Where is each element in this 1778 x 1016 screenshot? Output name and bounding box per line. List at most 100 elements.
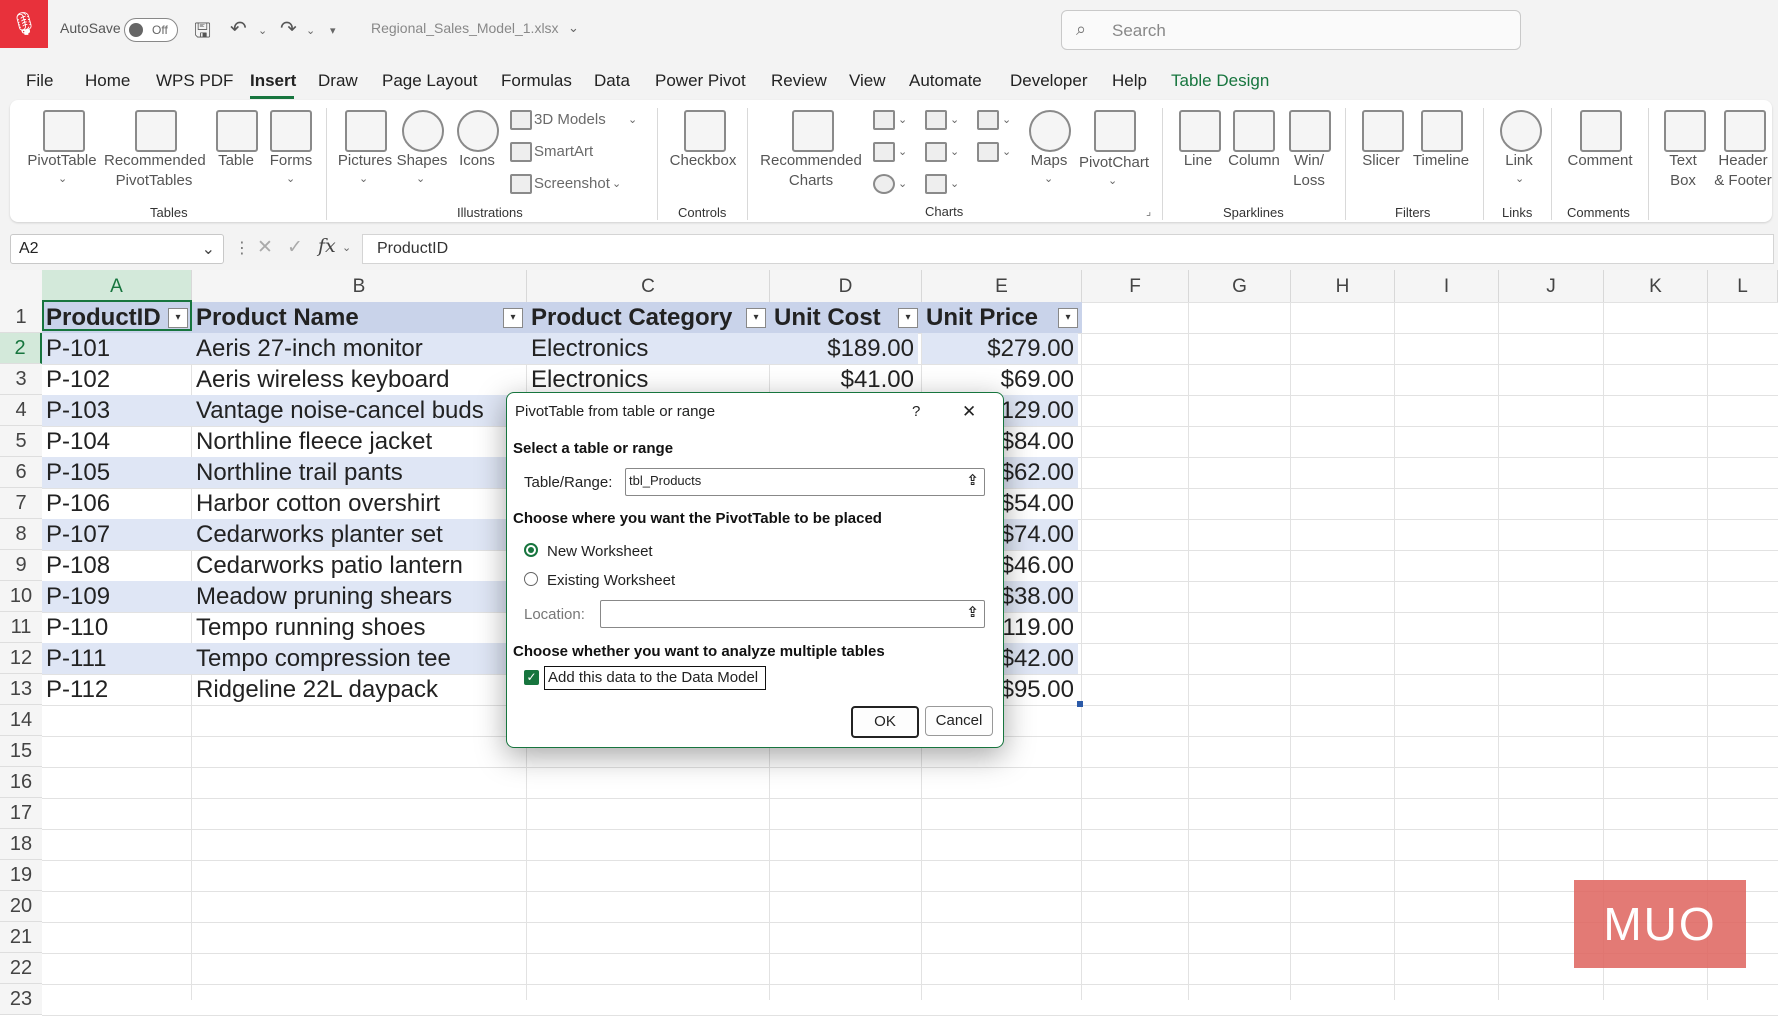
3d-models-icon[interactable]	[510, 110, 532, 130]
row-header-8[interactable]: 8	[0, 519, 42, 550]
row-header-6[interactable]: 6	[0, 457, 42, 488]
column-header-j[interactable]: J	[1499, 270, 1604, 302]
tab-view[interactable]: View	[849, 71, 886, 91]
sparkline-column-icon[interactable]	[1233, 110, 1275, 152]
forms-dropdown-icon[interactable]: ⌄	[286, 172, 295, 185]
row-header-22[interactable]: 22	[0, 953, 42, 984]
tab-help[interactable]: Help	[1112, 71, 1147, 91]
maps-icon[interactable]	[1029, 110, 1071, 152]
icons-icon[interactable]	[457, 110, 499, 152]
shapes-icon[interactable]	[402, 110, 444, 152]
location-collapse-icon[interactable]: ⇪	[966, 603, 979, 621]
row-header-1[interactable]: 1	[0, 302, 42, 333]
table-cell[interactable]: P-102	[42, 364, 192, 395]
table-icon[interactable]	[216, 110, 258, 152]
filter-dropdown-icon[interactable]: ▾	[898, 308, 918, 328]
table-cell[interactable]: Tempo compression tee	[192, 643, 527, 674]
dictate-mic-icon[interactable]: 🎙	[0, 0, 48, 48]
table-header-cell[interactable]: Unit Price ▾	[922, 302, 1082, 333]
statistic-chart-icon[interactable]	[925, 142, 947, 162]
tab-table-design[interactable]: Table Design	[1171, 71, 1269, 91]
row-header-5[interactable]: 5	[0, 426, 42, 457]
header-footer-icon[interactable]	[1724, 110, 1766, 152]
tab-page-layout[interactable]: Page Layout	[382, 71, 477, 91]
screenshot-icon[interactable]	[510, 174, 532, 194]
file-name[interactable]: Regional_Sales_Model_1.xlsx	[371, 20, 559, 36]
pictures-dropdown-icon[interactable]: ⌄	[359, 172, 368, 185]
3d-models-dropdown-icon[interactable]: ⌄	[628, 113, 637, 126]
statistic-chart-dropdown-icon[interactable]: ⌄	[950, 145, 959, 158]
row-header-11[interactable]: 11	[0, 612, 42, 643]
pie-chart-dropdown-icon[interactable]: ⌄	[898, 177, 907, 190]
table-cell[interactable]: P-112	[42, 674, 192, 705]
link-dropdown-icon[interactable]: ⌄	[1515, 172, 1524, 185]
slicer-button[interactable]: Slicer	[1356, 151, 1406, 171]
column-header-k[interactable]: K	[1604, 270, 1708, 302]
maps-button[interactable]: Maps	[1022, 151, 1076, 171]
table-cell[interactable]: $189.00	[770, 333, 918, 364]
insert-function-icon[interactable]: fx	[318, 235, 336, 257]
row-header-12[interactable]: 12	[0, 643, 42, 674]
name-box-dropdown-icon[interactable]: ⌄	[202, 239, 215, 259]
tab-draw[interactable]: Draw	[318, 71, 358, 91]
table-cell[interactable]: P-110	[42, 612, 192, 643]
help-icon[interactable]: ?	[912, 403, 920, 420]
combo-chart-icon[interactable]	[977, 142, 999, 162]
line-chart-icon[interactable]	[873, 142, 895, 162]
row-header-14[interactable]: 14	[0, 705, 42, 736]
screenshot-button[interactable]: Screenshot	[534, 175, 610, 192]
tab-file[interactable]: File	[26, 71, 53, 91]
text-box-icon[interactable]	[1664, 110, 1706, 152]
filter-dropdown-icon[interactable]: ▾	[1058, 308, 1078, 328]
row-header-18[interactable]: 18	[0, 829, 42, 860]
more-options-icon[interactable]: ⋮	[234, 238, 250, 258]
radio-new-worksheet[interactable]	[524, 543, 538, 557]
autosave-toggle[interactable]: Off	[124, 18, 178, 42]
waterfall-chart-dropdown-icon[interactable]: ⌄	[1002, 113, 1011, 126]
save-icon[interactable]: 🖫	[194, 16, 211, 50]
timeline-icon[interactable]	[1421, 110, 1463, 152]
table-cell[interactable]: Aeris 27-inch monitor	[192, 333, 527, 364]
datamodel-checkbox[interactable]: ✓	[524, 670, 539, 685]
line-chart-dropdown-icon[interactable]: ⌄	[898, 145, 907, 158]
table-button[interactable]: Table	[212, 151, 260, 171]
table-cell[interactable]: Aeris wireless keyboard	[192, 364, 527, 395]
tab-power-pivot[interactable]: Power Pivot	[655, 71, 746, 91]
3d-models-button[interactable]: 3D Models	[534, 111, 606, 128]
column-header-a[interactable]: A	[42, 270, 192, 302]
pictures-icon[interactable]	[345, 110, 387, 152]
table-header-cell[interactable]: Product Category ▾	[527, 302, 770, 333]
pivottable-dropdown-icon[interactable]: ⌄	[58, 172, 67, 185]
row-header-17[interactable]: 17	[0, 798, 42, 829]
column-header-c[interactable]: C	[527, 270, 770, 302]
cancel-entry-icon[interactable]: ✕	[257, 236, 273, 259]
table-header-cell[interactable]: Product Name ▾	[192, 302, 527, 333]
table-cell[interactable]: P-106	[42, 488, 192, 519]
comment-icon[interactable]	[1580, 110, 1622, 152]
collapse-dialog-icon[interactable]: ⇪	[966, 471, 979, 489]
table-cell[interactable]: P-109	[42, 581, 192, 612]
forms-button[interactable]: Forms	[264, 151, 318, 171]
slicer-icon[interactable]	[1362, 110, 1404, 152]
checkbox-button[interactable]: Checkbox	[668, 151, 738, 171]
tab-wps-pdf[interactable]: WPS PDF	[156, 71, 233, 91]
shapes-button[interactable]: Shapes	[395, 151, 449, 171]
pivotchart-button[interactable]: PivotChart	[1076, 153, 1152, 173]
link-icon[interactable]	[1500, 110, 1542, 152]
row-header-13[interactable]: 13	[0, 674, 42, 705]
redo-dropdown-icon[interactable]: ⌄	[306, 24, 315, 37]
cancel-button[interactable]: Cancel	[925, 706, 993, 736]
formula-input[interactable]: ProductID	[362, 234, 1774, 264]
filter-dropdown-icon[interactable]: ▾	[503, 308, 523, 328]
waterfall-chart-icon[interactable]	[977, 110, 999, 130]
select-all-corner[interactable]	[0, 270, 43, 302]
radio-existing-worksheet[interactable]	[524, 572, 538, 586]
tab-formulas[interactable]: Formulas	[501, 71, 572, 91]
table-cell[interactable]: Electronics	[527, 364, 770, 395]
table-cell[interactable]: P-107	[42, 519, 192, 550]
row-header-4[interactable]: 4	[0, 395, 42, 426]
screenshot-dropdown-icon[interactable]: ⌄	[612, 177, 621, 190]
recommended-pivottables-icon[interactable]	[135, 110, 177, 152]
tab-automate[interactable]: Automate	[909, 71, 982, 91]
table-cell[interactable]: Harbor cotton overshirt	[192, 488, 527, 519]
